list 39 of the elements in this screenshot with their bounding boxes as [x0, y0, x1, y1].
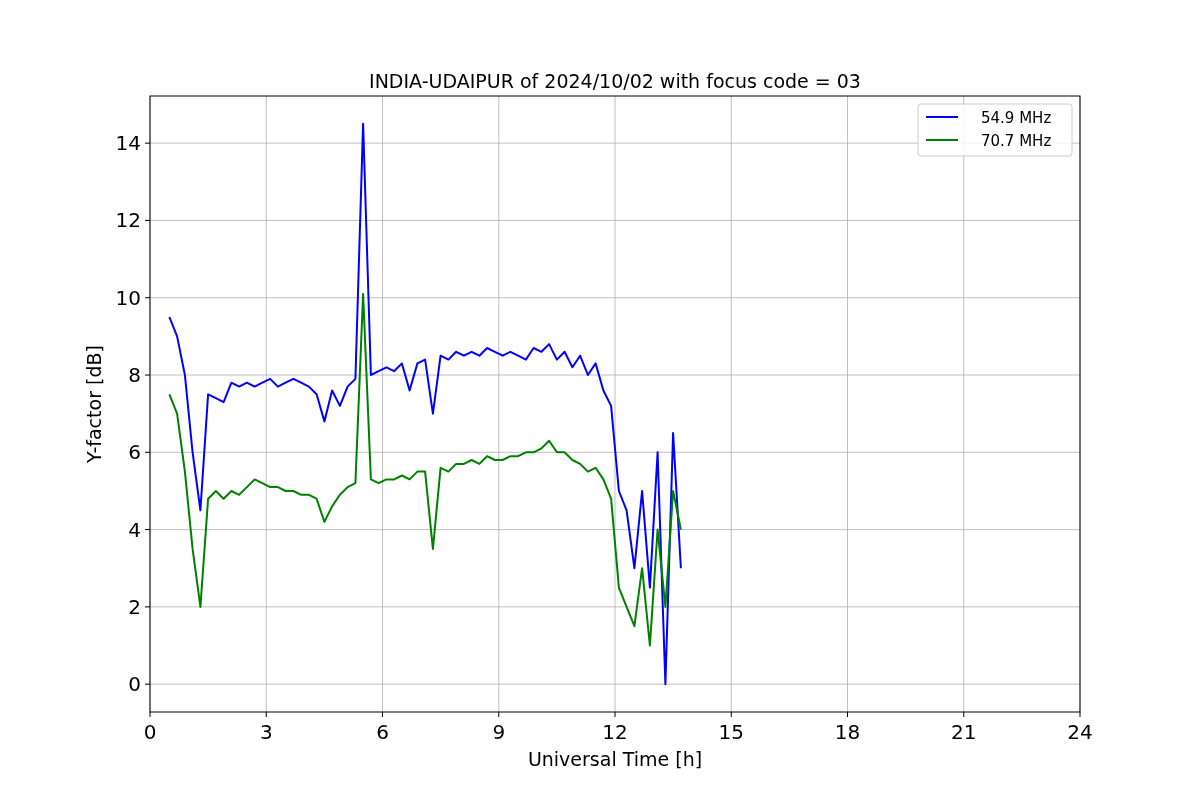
- tick-mark: [144, 297, 151, 299]
- y-tick-label: 12: [115, 208, 141, 233]
- y-tick-label: 6: [128, 440, 141, 465]
- tick-mark: [730, 711, 732, 718]
- tick-mark: [144, 451, 151, 453]
- y-tick-label: 10: [115, 285, 141, 310]
- chart-title: INDIA-UDAIPUR of 2024/10/02 with focus code = 03: [369, 70, 861, 92]
- y-tick-label: 8: [128, 363, 141, 387]
- tick-mark: [265, 711, 267, 718]
- y-tick-label: 4: [128, 517, 141, 542]
- x-axis-label: Universal Time [h]: [527, 748, 703, 770]
- y-tick-label: 14: [115, 131, 141, 156]
- y-tick-label: 0: [128, 672, 141, 697]
- x-tick-label: 15: [718, 720, 744, 744]
- tick-mark: [614, 711, 616, 718]
- x-tick-label: 0: [143, 720, 157, 744]
- y-axis-label: Y-factor [dB]: [83, 345, 105, 463]
- x-tick-label: 24: [1067, 720, 1093, 744]
- x-tick-label: 12: [602, 720, 628, 744]
- tick-mark: [382, 711, 383, 718]
- tick-mark: [144, 683, 151, 685]
- x-tick-label: 6: [376, 720, 389, 744]
- x-tick-label: 21: [951, 720, 977, 744]
- tick-mark: [144, 142, 151, 144]
- tick-mark: [1079, 711, 1081, 718]
- tick-mark: [847, 711, 848, 718]
- legend-label: 70.7 MHz: [981, 132, 1052, 150]
- x-tick-label: 3: [259, 720, 273, 744]
- tick-mark: [144, 606, 151, 608]
- y-tick-label: 2: [128, 594, 141, 619]
- tick-mark: [149, 711, 151, 718]
- tick-mark: [498, 711, 500, 718]
- x-tick-label: 18: [834, 720, 861, 744]
- tick-mark: [144, 529, 151, 531]
- x-tick-label: 9: [492, 720, 506, 744]
- tick-mark: [144, 219, 151, 221]
- legend-label: 54.9 MHz: [981, 109, 1052, 127]
- tick-mark: [963, 711, 965, 718]
- tick-mark: [144, 374, 151, 376]
